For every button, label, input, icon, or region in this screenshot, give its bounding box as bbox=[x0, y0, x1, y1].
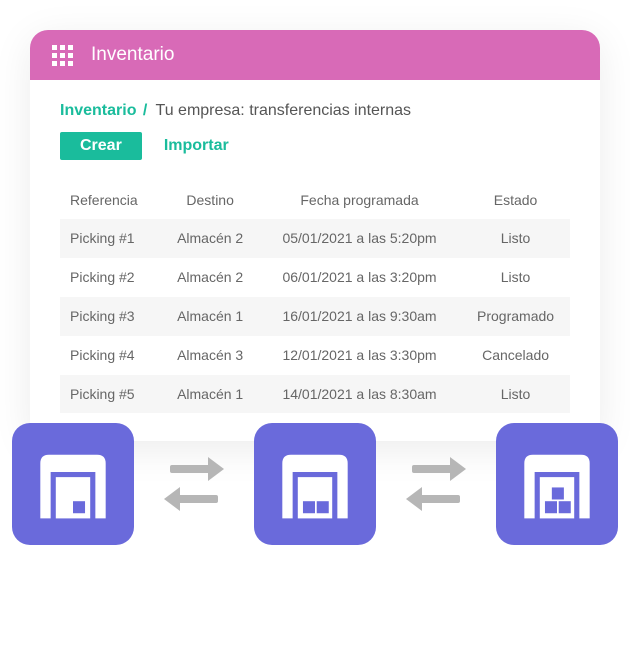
inventory-window: Inventario Inventario / Tu empresa: tran… bbox=[30, 30, 600, 441]
transfer-arrows-icon bbox=[406, 457, 466, 511]
import-button[interactable]: Importar bbox=[164, 137, 229, 155]
window-title: Inventario bbox=[91, 44, 174, 66]
window-body: Inventario / Tu empresa: transferencias … bbox=[30, 80, 600, 441]
table-row[interactable]: Picking #2Almacén 206/01/2021 a las 3:20… bbox=[60, 258, 570, 297]
warehouse-icon bbox=[514, 441, 600, 527]
cell-status: Programado bbox=[461, 297, 570, 336]
arrow-left-icon bbox=[406, 487, 466, 511]
cell-dest: Almacén 2 bbox=[162, 219, 258, 258]
cell-ref: Picking #1 bbox=[60, 219, 162, 258]
arrow-left-icon bbox=[164, 487, 224, 511]
cell-status: Cancelado bbox=[461, 336, 570, 375]
cell-ref: Picking #5 bbox=[60, 375, 162, 414]
col-reference[interactable]: Referencia bbox=[60, 182, 162, 219]
col-destination[interactable]: Destino bbox=[162, 182, 258, 219]
warehouse-tile bbox=[496, 423, 618, 545]
cell-date: 06/01/2021 a las 3:20pm bbox=[258, 258, 461, 297]
window-header: Inventario bbox=[30, 30, 600, 80]
cell-status: Listo bbox=[461, 219, 570, 258]
warehouse-icon bbox=[272, 441, 358, 527]
table-row[interactable]: Picking #3Almacén 116/01/2021 a las 9:30… bbox=[60, 297, 570, 336]
table-row[interactable]: Picking #5Almacén 114/01/2021 a las 8:30… bbox=[60, 375, 570, 414]
col-scheduled-date[interactable]: Fecha programada bbox=[258, 182, 461, 219]
apps-icon[interactable] bbox=[52, 45, 73, 66]
cell-dest: Almacén 1 bbox=[162, 297, 258, 336]
warehouse-diagram bbox=[10, 423, 620, 545]
table-row[interactable]: Picking #4Almacén 312/01/2021 a las 3:30… bbox=[60, 336, 570, 375]
cell-dest: Almacén 2 bbox=[162, 258, 258, 297]
create-button[interactable]: Crear bbox=[60, 132, 142, 160]
action-bar: Crear Importar bbox=[60, 132, 570, 160]
arrow-right-icon bbox=[406, 457, 466, 481]
table-row[interactable]: Picking #1Almacén 205/01/2021 a las 5:20… bbox=[60, 219, 570, 258]
cell-date: 14/01/2021 a las 8:30am bbox=[258, 375, 461, 414]
breadcrumb: Inventario / Tu empresa: transferencias … bbox=[60, 102, 570, 120]
warehouse-tile bbox=[12, 423, 134, 545]
cell-status: Listo bbox=[461, 375, 570, 414]
cell-date: 16/01/2021 a las 9:30am bbox=[258, 297, 461, 336]
warehouse-icon bbox=[30, 441, 116, 527]
cell-dest: Almacén 3 bbox=[162, 336, 258, 375]
breadcrumb-page: Tu empresa: transferencias internas bbox=[156, 102, 412, 119]
cell-date: 05/01/2021 a las 5:20pm bbox=[258, 219, 461, 258]
arrow-right-icon bbox=[164, 457, 224, 481]
cell-ref: Picking #4 bbox=[60, 336, 162, 375]
breadcrumb-separator: / bbox=[143, 102, 147, 119]
cell-ref: Picking #2 bbox=[60, 258, 162, 297]
col-status[interactable]: Estado bbox=[461, 182, 570, 219]
transfer-arrows-icon bbox=[164, 457, 224, 511]
cell-status: Listo bbox=[461, 258, 570, 297]
cell-dest: Almacén 1 bbox=[162, 375, 258, 414]
breadcrumb-module[interactable]: Inventario bbox=[60, 102, 136, 119]
cell-ref: Picking #3 bbox=[60, 297, 162, 336]
warehouse-tile bbox=[254, 423, 376, 545]
transfers-table: Referencia Destino Fecha programada Esta… bbox=[60, 182, 570, 413]
cell-date: 12/01/2021 a las 3:30pm bbox=[258, 336, 461, 375]
